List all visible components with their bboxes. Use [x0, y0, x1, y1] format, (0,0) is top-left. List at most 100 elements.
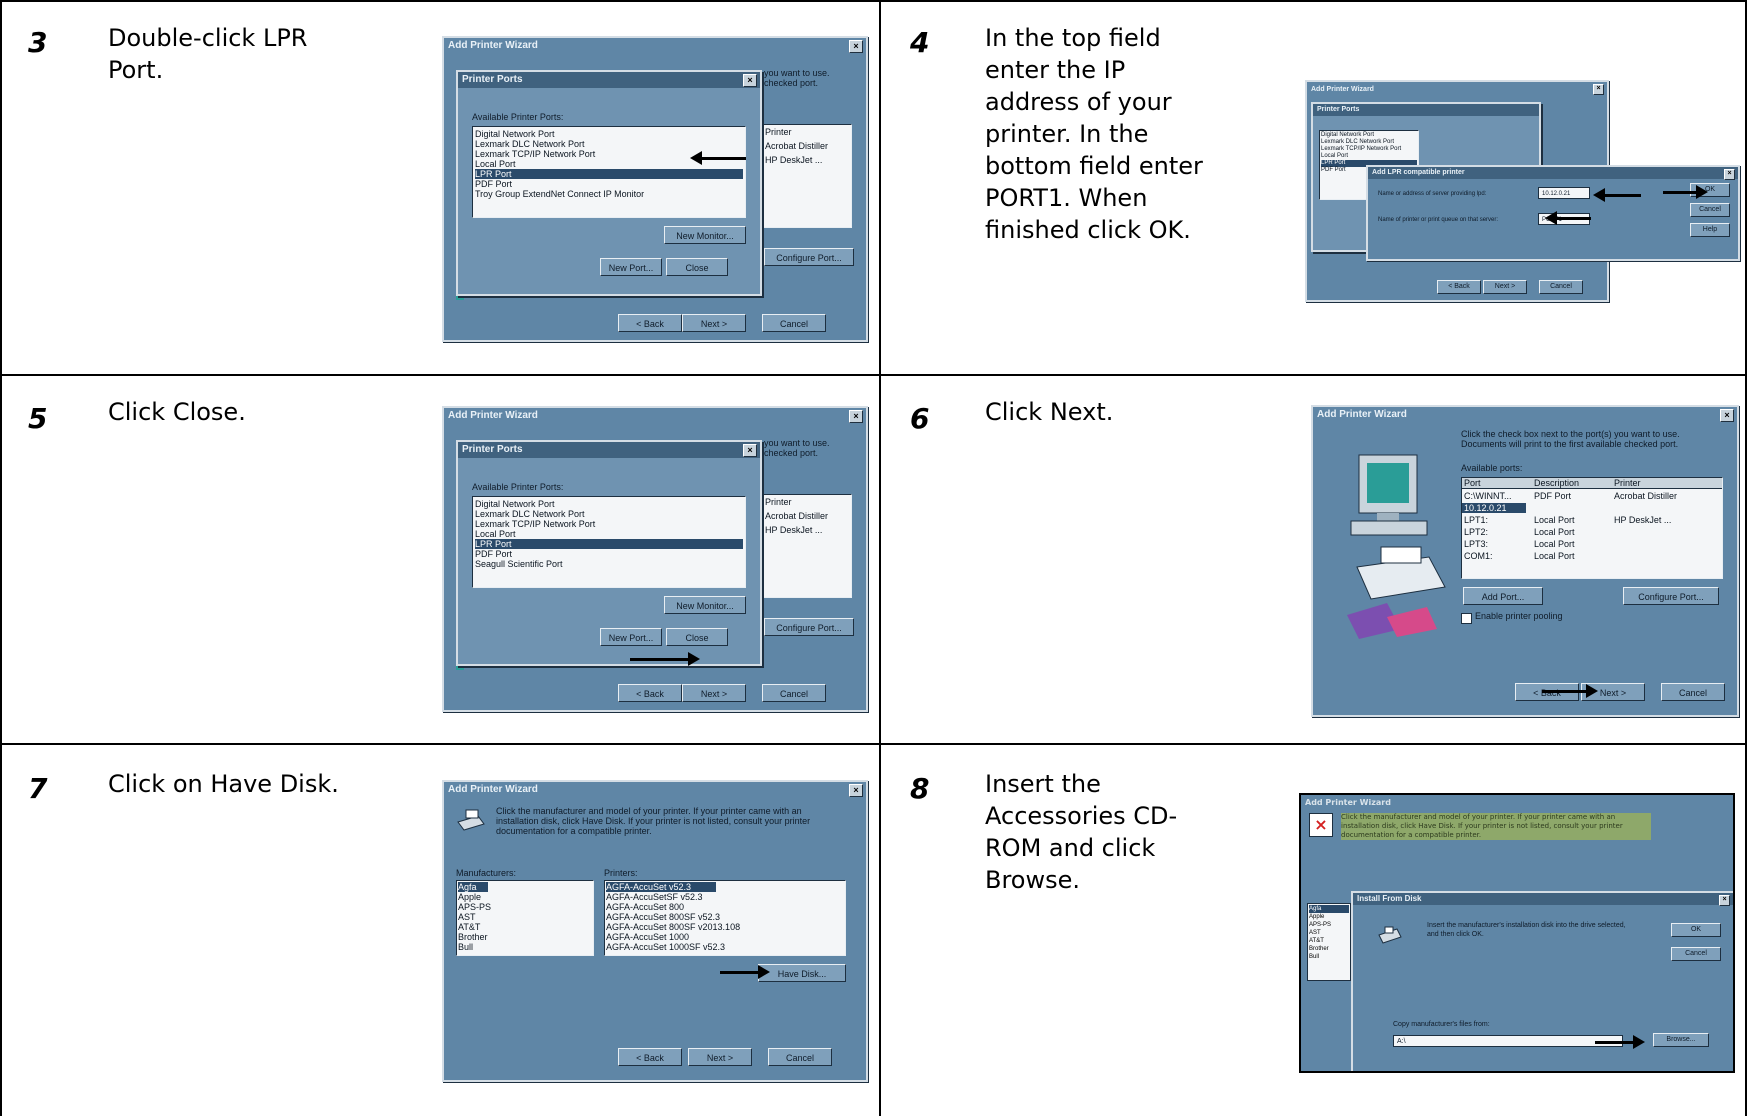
new-monitor-button[interactable]: New Monitor... [664, 596, 746, 614]
configure-port-button[interactable]: Configure Port... [1623, 587, 1719, 605]
cancel-button[interactable]: Cancel [1671, 947, 1721, 961]
list-item[interactable]: Seagull Scientific Port [475, 559, 743, 569]
table-row[interactable]: C:\WINNT... PDF Port Acrobat Distiller [1462, 491, 1722, 501]
dialog-title: Add Printer Wizard [1313, 407, 1737, 423]
help-button[interactable]: Help [1690, 223, 1730, 237]
close-icon[interactable]: × [1593, 84, 1604, 95]
new-monitor-button[interactable]: New Monitor... [664, 226, 746, 244]
close-icon[interactable]: × [743, 444, 757, 457]
list-item[interactable]: Lexmark DLC Network Port [475, 509, 743, 519]
list-item[interactable]: PDF Port [475, 549, 743, 559]
list-item: AT&T [1309, 938, 1324, 944]
list-item[interactable]: Local Port [475, 529, 743, 539]
printers-list[interactable]: AGFA-AccuSet v52.3 AGFA-AccuSetSF v52.3 … [604, 880, 846, 956]
list-item[interactable]: Bull [458, 942, 592, 952]
close-icon[interactable]: × [849, 784, 863, 797]
ports-label: Available Printer Ports: [472, 112, 564, 122]
behind-item: HP DeskJet ... [765, 525, 823, 535]
cancel-button[interactable]: Cancel [1539, 280, 1583, 294]
new-port-button[interactable]: New Port... [600, 628, 662, 646]
table-row-checked[interactable]: 10.12.0.21 [1462, 503, 1722, 513]
behind-list: Printer Acrobat Distiller HP DeskJet ... [762, 494, 852, 598]
ports-list[interactable]: Digital Network Port Lexmark DLC Network… [472, 126, 746, 218]
list-item[interactable]: Local Port [475, 159, 743, 169]
table-row[interactable]: LPT3: Local Port [1462, 539, 1722, 549]
disk-drive-icon [1378, 926, 1402, 944]
table-row[interactable]: LPT2: Local Port [1462, 527, 1722, 537]
list-item[interactable]: AGFA-AccuSet 800 [606, 902, 844, 912]
have-disk-button[interactable]: Have Disk... [758, 964, 846, 982]
behind-item: Acrobat Distiller [765, 141, 829, 151]
list-item-selected[interactable]: LPR Port [475, 539, 743, 549]
intro-text: Click the check box next to the port(s) … [1461, 429, 1680, 449]
cancel-button[interactable]: Cancel [1661, 683, 1725, 701]
pointer-arrow [1542, 684, 1598, 698]
add-printer-wizard-dialog: Add Printer Wizard × Click the check box… [1311, 405, 1739, 717]
cancel-button[interactable]: Cancel [762, 684, 826, 702]
queue-label: Name of printer or print queue on that s… [1378, 217, 1499, 223]
table-row[interactable]: COM1: Local Port [1462, 551, 1722, 561]
list-item[interactable]: Apple [458, 892, 592, 902]
back-button[interactable]: < Back [618, 314, 682, 332]
add-port-button[interactable]: Add Port... [1463, 587, 1543, 605]
next-button[interactable]: Next > [682, 314, 746, 332]
configure-port-button[interactable]: Configure Port... [764, 248, 854, 266]
list-item[interactable]: APS-PS [458, 902, 592, 912]
close-icon[interactable]: × [1719, 895, 1730, 906]
next-button[interactable]: Next > [688, 1048, 752, 1066]
list-item: APS-PS [1309, 922, 1332, 928]
close-icon[interactable]: × [1724, 169, 1735, 180]
copy-path-input[interactable]: A:\ [1393, 1035, 1623, 1047]
column-header: Port [1464, 478, 1481, 488]
back-button[interactable]: < Back [618, 1048, 682, 1066]
cancel-button[interactable]: Cancel [768, 1048, 832, 1066]
step-number: 7 [28, 772, 48, 805]
list-item[interactable]: Brother [458, 932, 592, 942]
list-item-selected[interactable]: Agfa [458, 882, 488, 892]
list-item[interactable]: AST [458, 912, 592, 922]
list-item[interactable]: Digital Network Port [475, 499, 743, 509]
browse-button[interactable]: Browse... [1653, 1033, 1709, 1047]
list-item[interactable]: PDF Port [475, 179, 743, 189]
behind-item: Acrobat Distiller [765, 511, 829, 521]
list-item[interactable]: AGFA-AccuSet 800SF v2013.108 [606, 922, 844, 932]
ports-table[interactable]: Port Description Printer C:\WINNT... PDF… [1461, 477, 1723, 579]
cancel-button[interactable]: Cancel [762, 314, 826, 332]
table-row[interactable]: LPT1: Local Port HP DeskJet ... [1462, 515, 1722, 525]
list-item[interactable]: AT&T [458, 922, 592, 932]
list-item[interactable]: Lexmark DLC Network Port [475, 139, 743, 149]
close-icon[interactable]: × [743, 74, 757, 87]
list-item[interactable]: AGFA-AccuSet 1000SF v52.3 [606, 942, 844, 952]
list-item[interactable]: AGFA-AccuSet 800SF v52.3 [606, 912, 844, 922]
list-item[interactable]: AGFA-AccuSetSF v52.3 [606, 892, 844, 902]
pooling-checkbox[interactable]: Enable printer pooling [1475, 611, 1563, 621]
close-button[interactable]: Close [666, 258, 728, 276]
close-icon[interactable]: × [849, 410, 863, 423]
column-header: Printer [1614, 478, 1641, 488]
close-icon[interactable]: × [849, 40, 863, 53]
cancel-button[interactable]: Cancel [1690, 203, 1730, 217]
list-item[interactable]: AGFA-AccuSet 1000 [606, 932, 844, 942]
new-port-button[interactable]: New Port... [600, 258, 662, 276]
screenshot-frame: Add Printer Wizard × Click the manufactu… [1299, 793, 1735, 1073]
next-button[interactable]: Next > [682, 684, 746, 702]
behind-header: Printer [765, 127, 792, 137]
server-address-input[interactable]: 10.12.0.21 [1538, 187, 1590, 199]
configure-port-button[interactable]: Configure Port... [764, 618, 854, 636]
behind-text: you want to use. checked port. [764, 438, 830, 458]
pointer-arrow [1545, 211, 1591, 225]
list-item[interactable]: Digital Network Port [475, 129, 743, 139]
checkbox-box[interactable] [1461, 613, 1472, 624]
back-button[interactable]: < Back [1437, 280, 1481, 294]
next-button[interactable]: Next > [1483, 280, 1527, 294]
list-item[interactable]: Lexmark TCP/IP Network Port [475, 519, 743, 529]
list-item[interactable]: Troy Group ExtendNet Connect IP Monitor [475, 189, 743, 199]
list-item-selected[interactable]: LPR Port [475, 169, 743, 179]
list-item-selected[interactable]: AGFA-AccuSet v52.3 [606, 882, 716, 892]
back-button[interactable]: < Back [618, 684, 682, 702]
close-button[interactable]: Close [666, 628, 728, 646]
close-icon[interactable]: × [1720, 409, 1734, 422]
ports-list[interactable]: Digital Network Port Lexmark DLC Network… [472, 496, 746, 588]
manufacturers-list[interactable]: Agfa Apple APS-PS AST AT&T Brother Bull [456, 880, 594, 956]
ok-button[interactable]: OK [1671, 923, 1721, 937]
